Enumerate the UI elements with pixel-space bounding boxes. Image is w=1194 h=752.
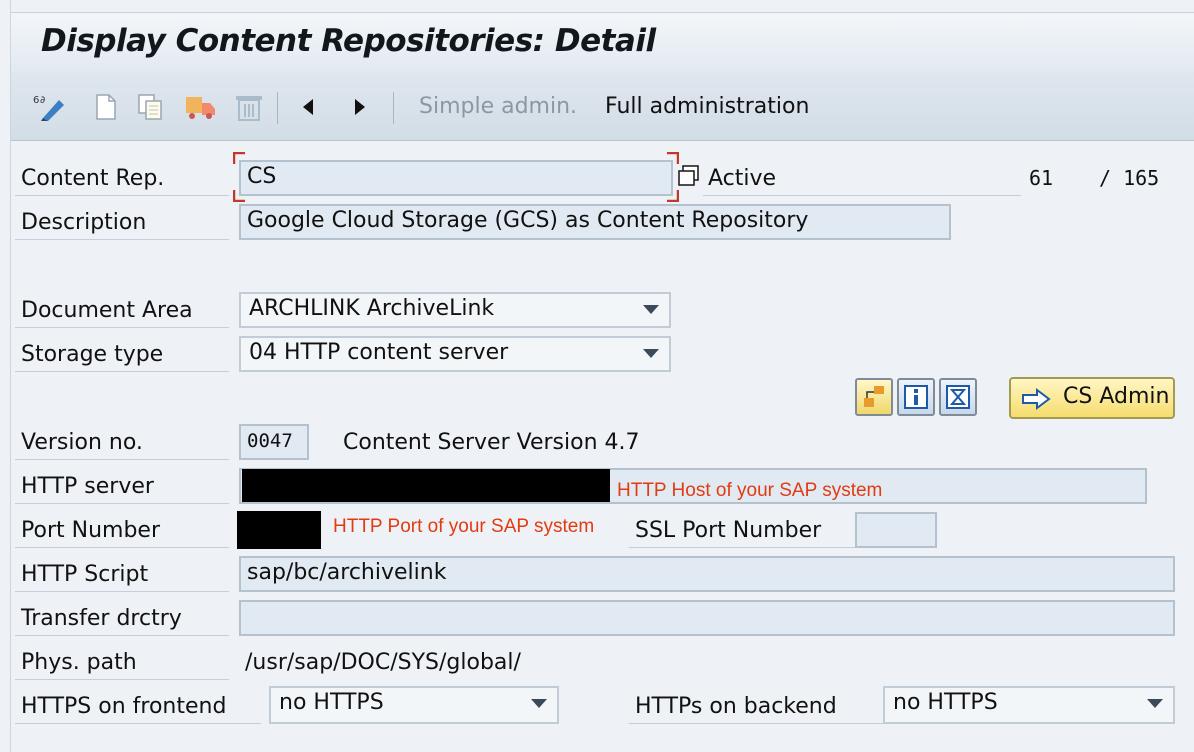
- full-admin-button[interactable]: Full administration: [605, 94, 809, 119]
- https-backend-value: no HTTPS: [893, 690, 998, 715]
- next-icon[interactable]: [347, 92, 373, 122]
- display-change-icon[interactable]: 6 ∂: [31, 92, 71, 122]
- document-area-dropdown[interactable]: ARCHLINK ArchiveLink: [239, 292, 671, 328]
- hierarchy-icon: [864, 386, 884, 407]
- description-label: Description: [15, 206, 229, 240]
- chevron-down-icon: [1147, 699, 1163, 708]
- toolbar-separator: [393, 92, 394, 124]
- https-backend-dropdown[interactable]: no HTTPS: [883, 686, 1175, 724]
- https-frontend-dropdown[interactable]: no HTTPS: [269, 686, 559, 724]
- http-host-annotation: HTTP Host of your SAP system: [617, 480, 883, 501]
- reset-button[interactable]: [939, 378, 977, 416]
- arrow-right-icon: [1022, 388, 1051, 410]
- svg-text:∂: ∂: [40, 95, 45, 106]
- description-field[interactable]: Google Cloud Storage (GCS) as Content Re…: [239, 204, 951, 240]
- record-position: 61: [1029, 166, 1054, 190]
- https-backend-label: HTTPs on backend: [629, 690, 883, 724]
- info-icon: [904, 385, 928, 409]
- new-entry-icon: [91, 92, 121, 122]
- sap-screen: Display Content Repositories: Detail 6 ∂: [10, 0, 1194, 752]
- version-field[interactable]: 0047: [239, 424, 309, 460]
- ssl-port-field[interactable]: [855, 512, 937, 548]
- port-number-label: Port Number: [15, 514, 229, 548]
- previous-icon[interactable]: [295, 92, 321, 122]
- hierarchy-button[interactable]: [855, 378, 893, 416]
- https-frontend-value: no HTTPS: [279, 690, 384, 715]
- document-area-label: Document Area: [15, 294, 229, 328]
- window-icon[interactable]: [677, 164, 701, 192]
- redacted-host: [242, 469, 610, 502]
- phys-path-label: Phys. path: [15, 646, 229, 680]
- redacted-port: [237, 511, 321, 549]
- https-frontend-label: HTTPS on frontend: [15, 690, 261, 724]
- http-server-label: HTTP server: [15, 470, 229, 504]
- content-rep-label: Content Rep.: [15, 162, 229, 196]
- simple-admin-button: Simple admin.: [419, 94, 578, 119]
- copy-icon: [133, 92, 169, 122]
- delete-icon: [231, 92, 267, 122]
- application-toolbar: 6 ∂ Simple admin. Full administration: [11, 72, 1194, 141]
- info-button[interactable]: [897, 378, 935, 416]
- http-script-field[interactable]: sap/bc/archivelink: [239, 556, 1175, 592]
- svg-text:6: 6: [33, 95, 39, 106]
- hourglass-icon: [946, 385, 970, 409]
- cs-admin-label: CS Admin: [1063, 384, 1170, 409]
- record-total: / 165: [1099, 166, 1160, 190]
- focus-brackets: [233, 152, 679, 202]
- ssl-port-label: SSL Port Number: [629, 514, 855, 548]
- page-title: Display Content Repositories: Detail: [41, 23, 656, 59]
- transfer-dir-label: Transfer drctry: [15, 602, 229, 636]
- storage-type-value: 04 HTTP content server: [249, 340, 509, 365]
- phys-path-value: /usr/sap/DOC/SYS/global/: [245, 650, 521, 675]
- version-label: Version no.: [15, 426, 229, 460]
- cs-admin-button[interactable]: CS Admin: [1009, 377, 1175, 419]
- transport-icon: [183, 92, 219, 122]
- http-port-annotation: HTTP Port of your SAP system: [333, 516, 595, 537]
- chevron-down-icon: [643, 305, 659, 314]
- chevron-down-icon: [643, 349, 659, 358]
- toolbar-separator: [277, 92, 278, 124]
- chevron-down-icon: [531, 699, 547, 708]
- status-underline: [703, 162, 1021, 196]
- storage-type-dropdown[interactable]: 04 HTTP content server: [239, 336, 671, 372]
- document-area-value: ARCHLINK ArchiveLink: [249, 296, 495, 321]
- version-text: Content Server Version 4.7: [343, 430, 640, 455]
- title-bar: Display Content Repositories: Detail: [11, 12, 1194, 73]
- storage-type-label: Storage type: [15, 338, 229, 372]
- http-script-label: HTTP Script: [15, 558, 229, 592]
- transfer-dir-field[interactable]: [239, 600, 1175, 636]
